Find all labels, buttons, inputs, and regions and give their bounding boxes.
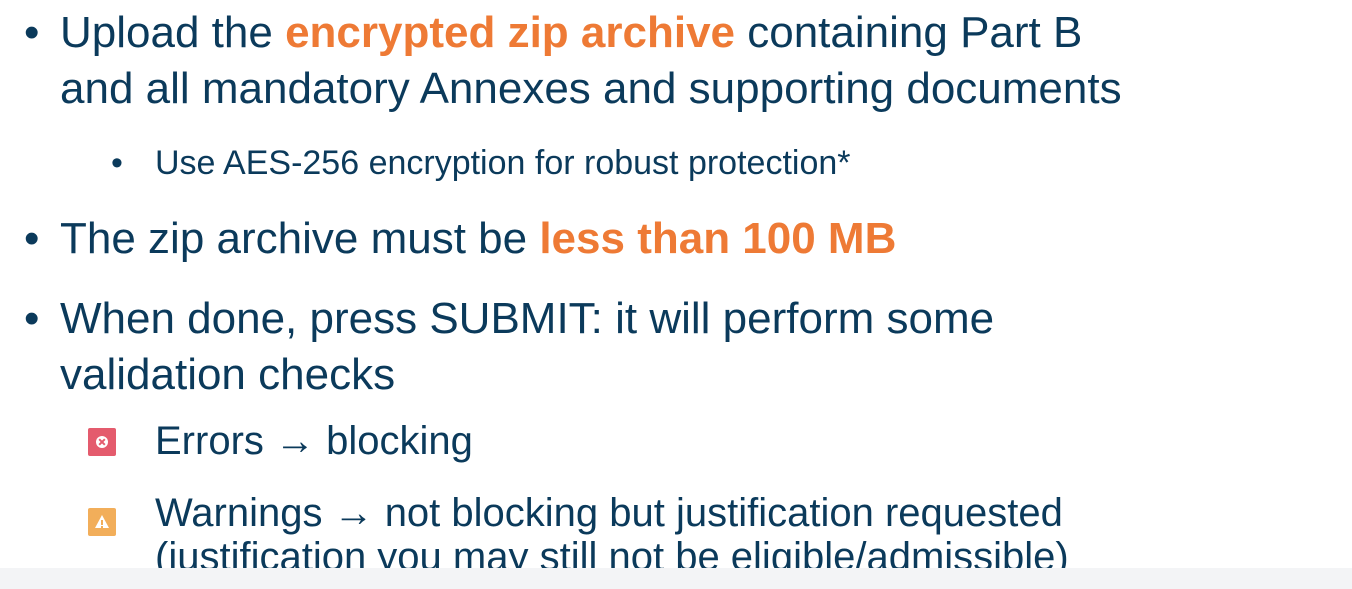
bullet-2-line-1: The zip archive must be less than 100 MB [60,214,897,263]
bullet-marker-2: • [24,214,40,263]
sub-bullet-marker: • [111,144,123,182]
bullet-1-line-1: Upload the encrypted zip archive contain… [60,8,1083,57]
bottom-band [0,568,1352,589]
highlight-size-limit: less than 100 MB [539,214,897,263]
bullet-3-line-2: validation checks [60,350,396,399]
highlight-encrypted-zip: encrypted zip archive [285,8,736,57]
warnings-item-line-1: Warnings → not blocking but justificatio… [155,491,1063,535]
sub-bullet-aes: Use AES-256 encryption for robust protec… [155,144,851,182]
warning-icon [88,508,116,536]
bullet-marker-1: • [24,8,40,57]
bullet-1-line-2: and all mandatory Annexes and supporting… [60,64,1122,113]
bullet-marker-3: • [24,294,40,343]
error-icon [88,428,116,456]
errors-item: Errors → blocking [155,419,473,463]
bullet-3-line-1: When done, press SUBMIT: it will perform… [60,294,995,343]
slide: • Upload the encrypted zip archive conta… [0,0,1352,589]
